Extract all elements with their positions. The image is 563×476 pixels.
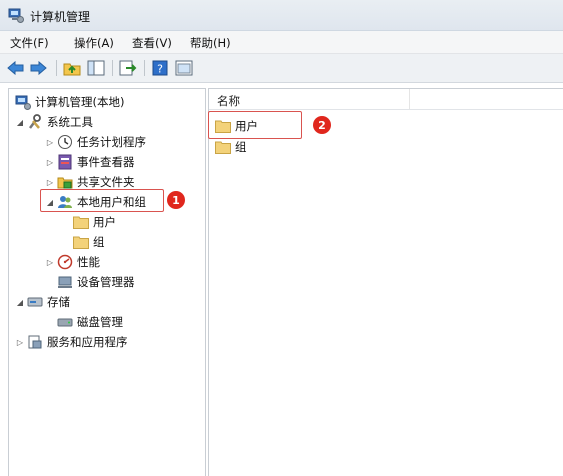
menu-bar: 文件(F) 操作(A) 查看(V) 帮助(H) bbox=[0, 31, 563, 54]
step-badge-2: 2 bbox=[313, 116, 331, 134]
tree-item-computer-management[interactable]: 计算机管理(本地) bbox=[15, 93, 124, 111]
expand-arrow-icon[interactable]: ▷ bbox=[45, 138, 55, 147]
up-folder-icon[interactable] bbox=[62, 58, 82, 78]
collapse-arrow-icon[interactable]: ◢ bbox=[15, 118, 25, 127]
highlight-box-users bbox=[208, 111, 302, 139]
title-bar: 计算机管理 bbox=[0, 0, 563, 31]
tree-label: 共享文件夹 bbox=[77, 175, 135, 189]
performance-icon bbox=[57, 254, 73, 270]
column-header-name[interactable]: 名称 bbox=[209, 89, 563, 110]
tree-label: 事件查看器 bbox=[77, 155, 135, 169]
tree-item-device-manager[interactable]: 设备管理器 bbox=[57, 273, 135, 291]
expand-arrow-icon[interactable]: ▷ bbox=[45, 178, 55, 187]
list-item-label: 组 bbox=[235, 140, 247, 154]
tree-item-performance[interactable]: ▷ 性能 bbox=[45, 253, 100, 271]
tree-label: 服务和应用程序 bbox=[47, 335, 128, 349]
forward-arrow-icon[interactable] bbox=[28, 58, 48, 78]
toolbar: ? bbox=[0, 54, 563, 83]
clock-icon bbox=[57, 134, 73, 150]
back-arrow-icon[interactable] bbox=[6, 58, 26, 78]
folder-icon bbox=[73, 234, 89, 250]
folder-icon bbox=[215, 140, 231, 154]
details-pane: 名称 用户 组 bbox=[208, 88, 563, 476]
toolbar-separator bbox=[112, 60, 113, 76]
menu-help[interactable]: 帮助(H) bbox=[190, 35, 231, 51]
tree-label: 任务计划程序 bbox=[77, 135, 146, 149]
svg-text:?: ? bbox=[157, 63, 163, 76]
expand-arrow-icon[interactable]: ▷ bbox=[45, 158, 55, 167]
tools-icon bbox=[27, 114, 43, 130]
device-manager-icon bbox=[57, 274, 73, 290]
show-hide-tree-icon[interactable] bbox=[86, 58, 106, 78]
tree-item-groups[interactable]: 组 bbox=[73, 233, 105, 251]
tree-label: 设备管理器 bbox=[77, 275, 135, 289]
tree-label: 计算机管理(本地) bbox=[35, 95, 125, 109]
tree-item-users[interactable]: 用户 bbox=[73, 213, 116, 231]
help-icon[interactable]: ? bbox=[150, 58, 170, 78]
tree-item-services-apps[interactable]: ▷ 服务和应用程序 bbox=[15, 333, 128, 351]
tree-item-system-tools[interactable]: ◢ 系统工具 bbox=[15, 113, 93, 131]
tree-label: 系统工具 bbox=[47, 115, 93, 129]
disk-icon bbox=[57, 314, 73, 330]
collapse-arrow-icon[interactable]: ◢ bbox=[15, 298, 25, 307]
toolbar-separator bbox=[56, 60, 57, 76]
computer-management-icon bbox=[15, 94, 31, 110]
tree-item-event-viewer[interactable]: ▷ 事件查看器 bbox=[45, 153, 135, 171]
tree-label: 存储 bbox=[47, 295, 70, 309]
expand-arrow-icon[interactable]: ▷ bbox=[15, 338, 25, 347]
tree-label: 组 bbox=[93, 235, 105, 249]
tree-item-storage[interactable]: ◢ 存储 bbox=[15, 293, 70, 311]
toolbar-separator bbox=[144, 60, 145, 76]
step-badge-1: 1 bbox=[167, 191, 185, 209]
folder-icon bbox=[73, 214, 89, 230]
expand-arrow-icon[interactable]: ▷ bbox=[45, 258, 55, 267]
list-item-groups[interactable]: 组 bbox=[215, 138, 247, 156]
tree-item-disk-management[interactable]: 磁盘管理 bbox=[57, 313, 123, 331]
export-list-icon[interactable] bbox=[118, 58, 138, 78]
tree-label: 磁盘管理 bbox=[77, 315, 123, 329]
menu-action[interactable]: 操作(A) bbox=[74, 35, 114, 51]
event-viewer-icon bbox=[57, 154, 73, 170]
computer-management-icon bbox=[8, 8, 24, 23]
tree-item-task-scheduler[interactable]: ▷ 任务计划程序 bbox=[45, 133, 146, 151]
services-icon bbox=[27, 334, 43, 350]
tree-label: 用户 bbox=[93, 215, 116, 229]
menu-view[interactable]: 查看(V) bbox=[132, 35, 172, 51]
properties-icon[interactable] bbox=[174, 58, 194, 78]
menu-file[interactable]: 文件(F) bbox=[10, 35, 49, 51]
storage-icon bbox=[27, 294, 43, 310]
column-header-label: 名称 bbox=[217, 94, 240, 108]
tree-label: 性能 bbox=[77, 255, 100, 269]
window-title: 计算机管理 bbox=[30, 10, 91, 24]
highlight-box-local-users-groups bbox=[40, 189, 164, 212]
console-tree: 计算机管理(本地) ◢ 系统工具 ▷ 任务计划程序 ▷ 事件查看器 ▷ 共享文件… bbox=[8, 88, 206, 476]
shared-folder-icon bbox=[57, 174, 73, 190]
column-divider[interactable] bbox=[409, 89, 410, 109]
